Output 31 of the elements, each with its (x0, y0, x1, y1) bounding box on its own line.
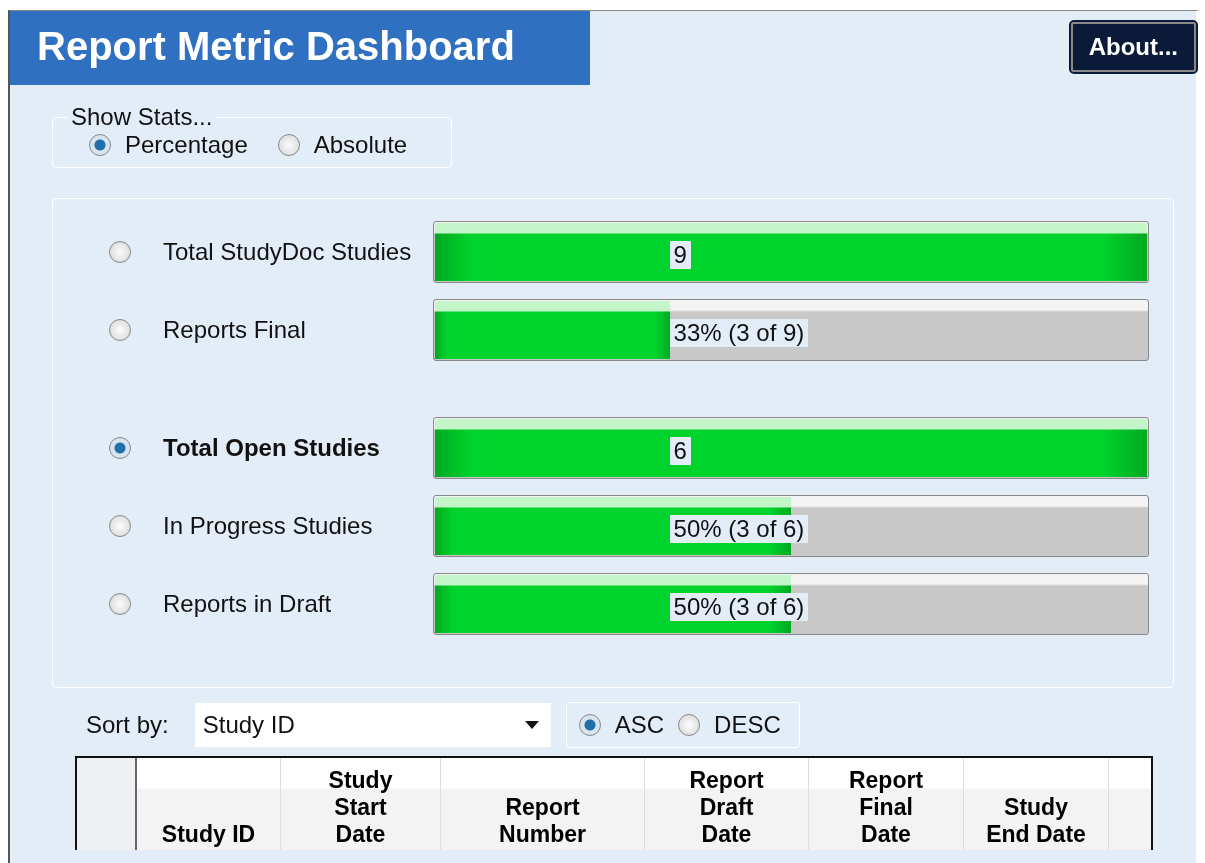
column-header[interactable]: Study End Date (964, 758, 1109, 850)
progress-reading: 50% (3 of 6) (669, 593, 809, 621)
stats-radio-option[interactable]: Absolute (277, 131, 408, 159)
sort-order-radio[interactable]: ASC (578, 711, 665, 739)
sort-order-radio[interactable]: DESC (678, 711, 781, 739)
stats-radio-option[interactable]: Percentage (89, 131, 248, 159)
progress-reading: 9 (669, 241, 691, 269)
metric-label: Reports in Draft (163, 590, 333, 618)
metric-label: Total Open Studies (163, 434, 381, 462)
column-header[interactable]: Study ID (137, 758, 281, 850)
progress-reading: 33% (3 of 9) (669, 319, 809, 347)
column-header[interactable]: Report Draft Date (645, 758, 809, 850)
metric-radio[interactable] (109, 515, 131, 537)
column-header[interactable]: Report Final Date (809, 758, 964, 850)
metric-radio[interactable] (109, 437, 131, 459)
window-title: Report Metric Dashboard (10, 11, 590, 85)
group-legend: Show Stats... (67, 103, 217, 131)
column-header[interactable]: Study Start Date (281, 758, 441, 850)
progress-reading: 6 (669, 437, 691, 465)
dropdown-caret-icon (524, 721, 539, 729)
metric-radio[interactable] (109, 593, 131, 615)
metric-radio[interactable] (109, 319, 131, 341)
about-button[interactable]: About... (1070, 22, 1196, 72)
metric-label: Total StudyDoc Studies (163, 238, 413, 266)
progress-reading: 50% (3 of 6) (669, 515, 809, 543)
column-header[interactable]: Report Number (441, 758, 645, 850)
sort-dropdown[interactable]: Study ID (194, 703, 551, 747)
metric-label: Reports Final (163, 316, 307, 344)
metric-label: In Progress Studies (163, 512, 374, 540)
sort-label: Sort by: (86, 711, 169, 739)
metric-radio[interactable] (109, 241, 131, 263)
